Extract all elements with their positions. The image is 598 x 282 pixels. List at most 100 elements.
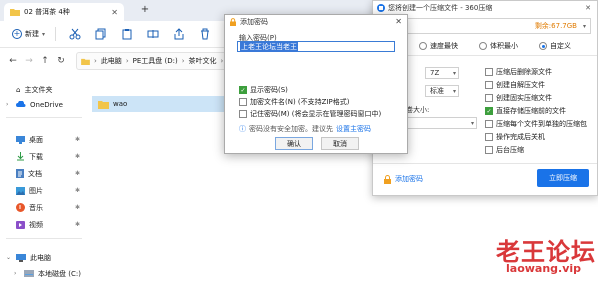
sidebar-item-label: 主文件夹: [24, 85, 53, 94]
tab-folder[interactable]: 02 普洱茶 4种 ✕: [4, 3, 124, 21]
mode-value: 标准: [430, 87, 444, 95]
radio-smallest[interactable]: 体积最小: [479, 41, 518, 51]
chevron-down-icon: ▾: [470, 119, 474, 127]
format-value: 7Z: [430, 69, 440, 77]
delete-icon[interactable]: [192, 25, 218, 43]
lock-icon: [384, 174, 391, 184]
share-icon[interactable]: [166, 25, 192, 43]
format-select[interactable]: 7Z ▾: [425, 67, 459, 79]
password-input[interactable]: 上老王论坛当老王: [237, 41, 395, 52]
rename-icon[interactable]: [140, 25, 166, 43]
sidebar-item-label: 本地磁盘 (C:): [38, 269, 81, 278]
sidebar-divider: [6, 117, 82, 118]
compression-dialog-titlebar: 您将创建一个压缩文件 - 360压缩 ✕: [373, 1, 597, 15]
checkbox: [239, 110, 247, 118]
option-label: 创建固实压缩文件: [496, 94, 552, 102]
chevron-down-icon: ▾: [452, 69, 456, 77]
new-tab-icon[interactable]: +: [140, 5, 150, 15]
option-separate-archives[interactable]: 压缩每个文件到单独的压缩包: [485, 119, 587, 129]
radio-fastest[interactable]: 速度最快: [419, 41, 458, 51]
paste-icon[interactable]: [114, 25, 140, 43]
option-label: 创建自解压文件: [496, 81, 545, 89]
sidebar-item-desktop[interactable]: 桌面 ✱: [0, 132, 88, 147]
sidebar-item-label: 下载: [29, 152, 43, 161]
sidebar-item-music[interactable]: 音乐 ✱: [0, 200, 88, 215]
option-background[interactable]: 后台压缩: [485, 145, 524, 155]
encrypt-filenames-checkbox[interactable]: 加密文件名(N) (不支持ZIP格式): [239, 97, 349, 107]
sidebar-item-label: 桌面: [29, 135, 43, 144]
sidebar-item-label: 图片: [29, 186, 43, 195]
checkbox: [485, 120, 493, 128]
sidebar-item-this-pc[interactable]: ⌄ 此电脑: [0, 250, 88, 265]
option-solid[interactable]: 创建固实压缩文件: [485, 93, 552, 103]
sidebar-item-onedrive[interactable]: › OneDrive: [0, 97, 88, 112]
pin-icon[interactable]: ✱: [75, 221, 80, 228]
sidebar-item-documents[interactable]: 文档 ✱: [0, 166, 88, 181]
folder-icon: [81, 58, 90, 65]
pin-icon[interactable]: ✱: [75, 136, 80, 143]
home-icon: ⌂: [16, 85, 21, 94]
new-button-label: 新建: [25, 30, 39, 38]
start-compress-button[interactable]: 立即压缩: [537, 169, 589, 187]
toolbar-divider: [55, 27, 57, 41]
up-arrow-icon[interactable]: ↑: [38, 54, 52, 68]
copy-icon[interactable]: [88, 25, 114, 43]
add-password-label: 添加密码: [395, 175, 423, 183]
option-shutdown[interactable]: 操作完成后关机: [485, 132, 545, 142]
breadcrumb-item-drive[interactable]: PE工具盘 (D:): [133, 56, 178, 66]
sidebar-item-label: OneDrive: [30, 100, 63, 109]
breadcrumb-item-this-pc[interactable]: 此电脑: [101, 56, 122, 66]
sidebar-item-videos[interactable]: 视频 ✱: [0, 217, 88, 232]
sidebar-item-pictures[interactable]: 图片 ✱: [0, 183, 88, 198]
pin-icon[interactable]: ✱: [75, 204, 80, 211]
tab-close-icon[interactable]: ✕: [111, 8, 118, 17]
chevron-right-icon: ›: [14, 270, 17, 277]
pin-icon[interactable]: ✱: [75, 187, 80, 194]
radio-label: 自定义: [550, 42, 571, 50]
breadcrumb-separator: ›: [220, 57, 224, 65]
close-icon[interactable]: ✕: [395, 17, 402, 26]
checkbox-label: 记住密码(M) (将会显示在管理密码窗口中): [250, 110, 382, 118]
pin-icon[interactable]: ✱: [75, 170, 80, 177]
chevron-down-icon[interactable]: ▾: [583, 23, 586, 30]
option-label: 后台压缩: [496, 146, 524, 154]
radio-custom[interactable]: 自定义: [539, 41, 571, 51]
breadcrumb-item-folder[interactable]: 茶叶文化: [189, 56, 217, 66]
mode-select[interactable]: 标准 ▾: [425, 85, 459, 97]
cancel-button[interactable]: 取消: [321, 137, 359, 150]
desktop-icon: [16, 135, 25, 144]
refresh-icon[interactable]: ↻: [54, 54, 68, 68]
pin-icon[interactable]: ✱: [75, 153, 80, 160]
plus-icon: +: [12, 29, 22, 39]
music-icon: [16, 203, 25, 212]
folder-icon: [10, 9, 20, 16]
sidebar-divider: [6, 238, 82, 239]
new-button[interactable]: + 新建 ▾: [8, 25, 49, 43]
confirm-button[interactable]: 确认: [275, 137, 313, 150]
checkbox-checked: ✓: [239, 86, 247, 94]
close-icon[interactable]: ✕: [585, 4, 591, 12]
sidebar-item-home[interactable]: ⌂ 主文件夹: [0, 82, 88, 97]
volume-size-select[interactable]: ▾: [401, 117, 477, 129]
sidebar-item-downloads[interactable]: 下载 ✱: [0, 149, 88, 164]
sidebar-item-local-disk[interactable]: › 本地磁盘 (C:): [0, 266, 88, 281]
forward-arrow-icon[interactable]: →: [22, 54, 36, 68]
security-note: ⓘ 密码没有安全加密。建议先 设置主密码: [239, 124, 371, 134]
option-self-extract[interactable]: 创建自解压文件: [485, 80, 545, 90]
archive-path-field[interactable]: 剩余:67.7GB ▾: [379, 18, 591, 34]
file-list-item[interactable]: wao: [92, 96, 242, 112]
back-arrow-icon[interactable]: ←: [6, 54, 20, 68]
show-password-checkbox[interactable]: ✓ 显示密码(S): [239, 85, 288, 95]
security-note-text: 密码没有安全加密。建议先: [249, 125, 333, 133]
option-delete-source[interactable]: 压缩后删除源文件: [485, 67, 552, 77]
option-store-only[interactable]: ✓ 直接存储压缩前的文件: [485, 106, 566, 116]
remember-password-checkbox[interactable]: 记住密码(M) (将会显示在管理密码窗口中): [239, 109, 381, 119]
password-dialog-title: 添加密码: [240, 17, 268, 26]
picture-icon: [16, 186, 25, 195]
set-master-password-link[interactable]: 设置主密码: [336, 124, 371, 134]
radio-label: 体积最小: [490, 42, 518, 50]
cut-icon[interactable]: [62, 25, 88, 43]
add-password-link[interactable]: 添加密码: [383, 174, 423, 184]
option-label: 直接存储压缩前的文件: [496, 107, 566, 115]
drive-icon: [24, 270, 34, 277]
